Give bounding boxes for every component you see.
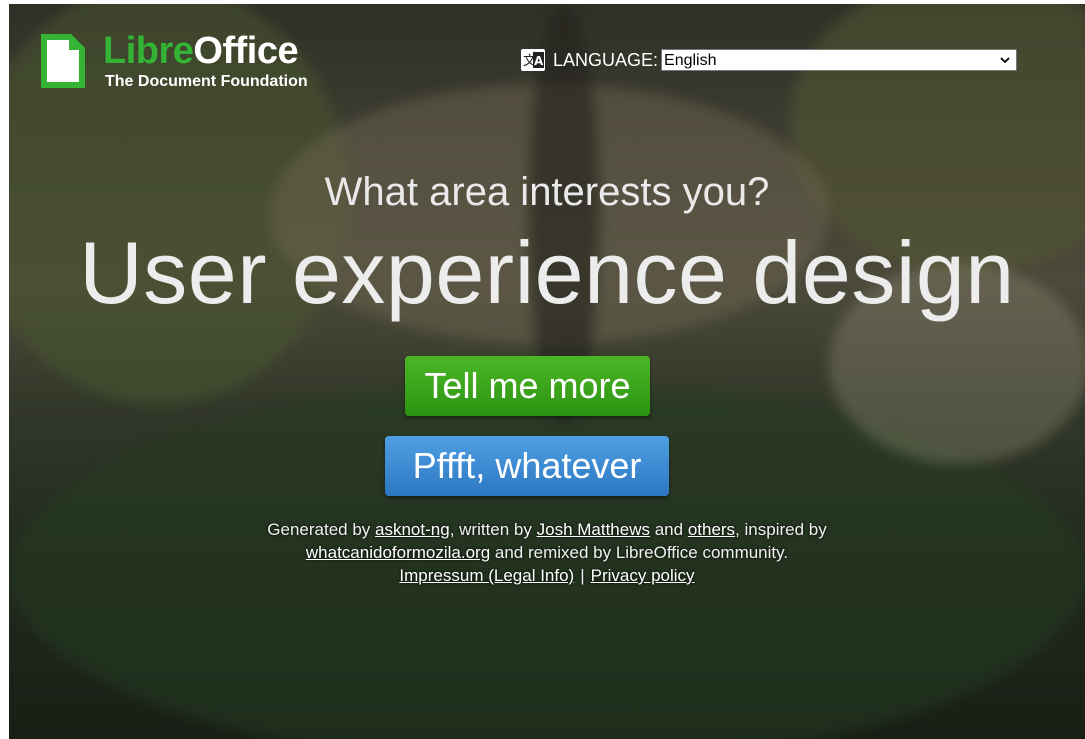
josh-matthews-link[interactable]: Josh Matthews — [537, 520, 650, 539]
translate-icon: 文 A — [521, 49, 545, 71]
language-label: LANGUAGE: — [553, 49, 659, 70]
language-dropdown[interactable]: English — [661, 49, 1018, 71]
pffft-whatever-button[interactable]: Pffft, whatever — [385, 436, 669, 496]
footer-remixed-text: and remixed by LibreOffice community. — [490, 543, 789, 562]
footer-line-1: Generated by asknot-ng, written by Josh … — [9, 518, 1085, 541]
logo-libre: Libre — [103, 30, 194, 72]
footer-written-text: , written by — [449, 520, 537, 539]
footer-line-2: whatcanidoformozila.org and remixed by L… — [9, 541, 1085, 564]
libreoffice-logo[interactable]: LibreOffice The Document Foundation — [41, 30, 331, 94]
asknot-ng-link[interactable]: asknot-ng — [375, 520, 450, 539]
impressum-link[interactable]: Impressum (Legal Info) — [399, 566, 574, 585]
question-heading: What area interests you? — [324, 170, 770, 214]
page: LibreOffice The Document Foundation 文 A … — [9, 4, 1085, 739]
logo-title: LibreOffice — [103, 30, 299, 73]
footer-inspired-text: , inspired by — [735, 520, 827, 539]
others-link[interactable]: others — [688, 520, 735, 539]
footer-and-text: and — [650, 520, 688, 539]
whatcanido-link[interactable]: whatcanidoformozila.org — [306, 543, 490, 562]
language-selector: 文 A LANGUAGE: English — [521, 48, 1018, 72]
logo-subtitle: The Document Foundation — [105, 73, 308, 90]
logo-office: Office — [193, 30, 299, 72]
footer-separator: | — [580, 566, 585, 585]
document-icon — [41, 34, 85, 88]
svg-text:A: A — [534, 54, 544, 68]
chevron-down-icon — [1000, 57, 1010, 64]
footer-generated-text: Generated by — [267, 520, 376, 539]
area-title: User experience design — [79, 223, 1015, 322]
tell-me-more-button[interactable]: Tell me more — [405, 356, 650, 416]
footer-line-3: Impressum (Legal Info) | Privacy policy — [9, 564, 1085, 587]
privacy-policy-link[interactable]: Privacy policy — [591, 566, 695, 585]
footer: Generated by asknot-ng, written by Josh … — [9, 518, 1085, 587]
language-selected-value: English — [664, 52, 717, 69]
